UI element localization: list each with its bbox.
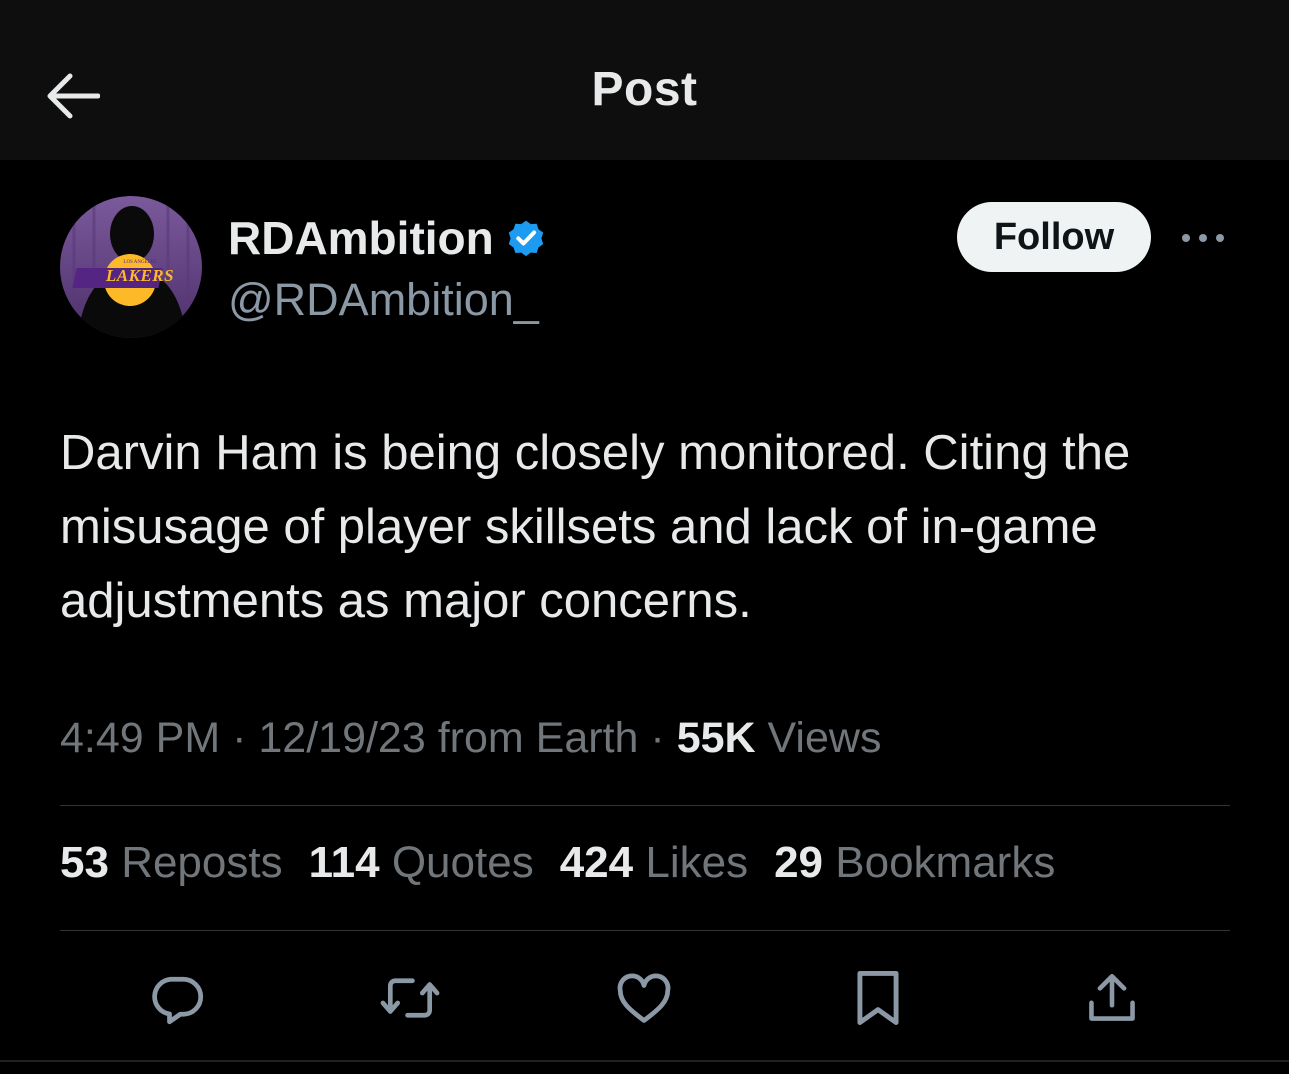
stat-reposts[interactable]: 53 Reposts xyxy=(60,838,283,888)
stat-label: Bookmarks xyxy=(835,838,1056,887)
divider xyxy=(60,930,1230,931)
post-source: from Earth xyxy=(437,714,639,762)
meta-separator: · xyxy=(232,714,247,762)
divider xyxy=(60,805,1230,806)
reply-button[interactable] xyxy=(145,966,209,1030)
bottom-divider xyxy=(0,1060,1289,1062)
share-icon xyxy=(1089,973,1135,1021)
post-metadata: 4:49 PM · 12/19/23 from Earth · 55K View… xyxy=(60,714,881,763)
more-options-button[interactable] xyxy=(1176,218,1230,258)
author-name-row[interactable]: RDAmbition xyxy=(228,210,548,266)
share-button[interactable] xyxy=(1080,966,1144,1030)
repost-button[interactable] xyxy=(378,966,442,1030)
stat-count: 53 xyxy=(60,838,109,887)
views-label: Views xyxy=(767,714,882,762)
top-bar: Post xyxy=(0,0,1289,160)
avatar-logo-subtext: LOS ANGELES xyxy=(123,260,157,265)
like-button[interactable] xyxy=(612,966,676,1030)
avatar-logo-text: LAKERS xyxy=(105,266,175,285)
post-time[interactable]: 4:49 PM xyxy=(60,714,220,762)
meta-separator: · xyxy=(650,714,665,762)
reply-icon xyxy=(152,976,204,1025)
page-title: Post xyxy=(591,63,698,116)
more-horizontal-icon xyxy=(1182,234,1224,242)
post-text: Darvin Ham is being closely monitored. C… xyxy=(60,426,1131,628)
views-count: 55K xyxy=(676,714,756,762)
author-display-name[interactable]: RDAmbition xyxy=(228,211,494,265)
bookmark-icon xyxy=(857,971,899,1025)
like-icon xyxy=(617,973,671,1023)
stat-label: Quotes xyxy=(391,838,534,887)
stat-bookmarks[interactable]: 29 Bookmarks xyxy=(774,838,1055,888)
engagement-stats: 53 Reposts 114 Quotes 424 Likes 29 Bookm… xyxy=(60,838,1081,888)
stat-quotes[interactable]: 114 Quotes xyxy=(309,838,534,888)
avatar[interactable]: LAKERS LOS ANGELES xyxy=(60,196,202,338)
stat-label: Reposts xyxy=(121,838,283,887)
stat-count: 114 xyxy=(308,838,380,887)
verified-badge-icon xyxy=(504,216,548,260)
repost-icon xyxy=(380,978,440,1018)
post-date[interactable]: 12/19/23 xyxy=(258,714,425,762)
author-handle[interactable]: @RDAmbition_ xyxy=(228,274,539,326)
stat-count: 424 xyxy=(559,838,634,887)
stat-count: 29 xyxy=(774,838,824,887)
stat-label: Likes xyxy=(645,838,749,887)
bookmark-button[interactable] xyxy=(846,966,910,1030)
follow-button[interactable]: Follow xyxy=(957,202,1151,272)
stat-likes[interactable]: 424 Likes xyxy=(560,838,748,888)
